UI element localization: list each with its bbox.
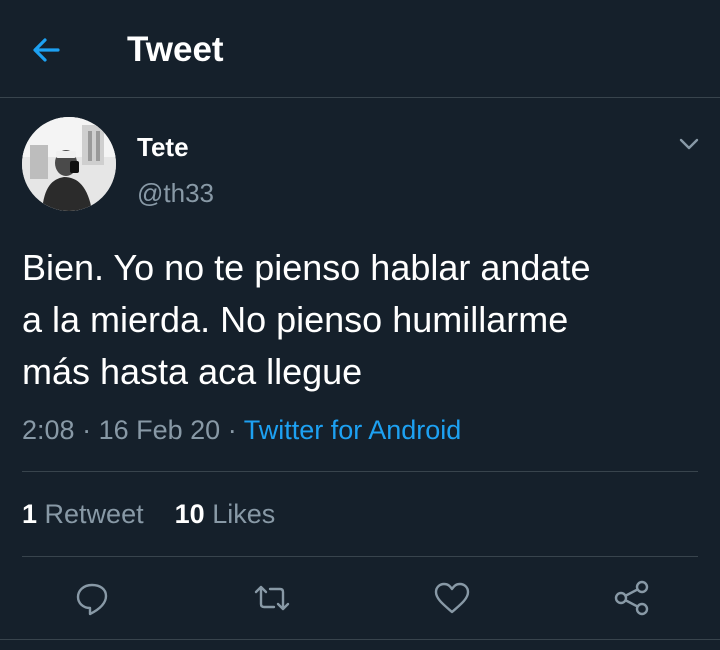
retweets-label: Retweet [44,499,144,529]
retweets-stat[interactable]: 1 Retweet [22,499,144,529]
like-button[interactable] [430,578,474,618]
reply-button[interactable] [70,578,114,618]
retweet-icon [254,585,290,611]
share-icon [614,580,649,616]
likes-label: Likes [212,499,276,529]
tweet-date: 16 Feb 20 [98,415,221,445]
meta-separator: · [227,415,237,445]
tweet-action-bar [0,560,720,638]
retweets-count: 1 [22,499,38,529]
reply-bubble-icon [76,583,108,616]
back-button[interactable] [26,30,70,70]
tweet-time: 2:08 [22,415,75,445]
meta-separator: · [82,415,92,445]
tweet-stats: 1 Retweet 10 Likes [22,497,275,531]
share-button[interactable] [610,578,654,618]
tweet-text-line: más hasta aca llegue [22,351,363,392]
divider [22,556,698,557]
avatar-photo [22,117,116,211]
back-arrow-icon [33,38,60,62]
likes-count: 10 [174,499,205,529]
top-app-bar: Tweet [0,0,720,98]
divider [22,471,698,472]
author-handle[interactable]: @th33 [137,178,214,208]
avatar[interactable] [22,117,116,211]
author-display-name[interactable]: Tete [137,132,189,162]
divider [0,639,720,640]
chevron-down-icon [679,138,699,150]
retweet-button[interactable] [250,578,294,618]
likes-stat[interactable]: 10 Likes [175,499,276,529]
page-title: Tweet [127,30,224,69]
tweet-text-line: Bien. Yo no te pienso hablar andate [22,247,591,288]
tweet-options-button[interactable] [674,132,704,156]
tweet-source-link[interactable]: Twitter for Android [244,415,462,445]
tweet-text: Bien. Yo no te pienso hablar andate a la… [22,242,702,398]
tweet-text-line: a la mierda. No pienso humillarme [22,299,569,340]
heart-icon [434,582,470,614]
tweet-metadata: 2:08 · 16 Feb 20 · Twitter for Android [22,413,461,447]
